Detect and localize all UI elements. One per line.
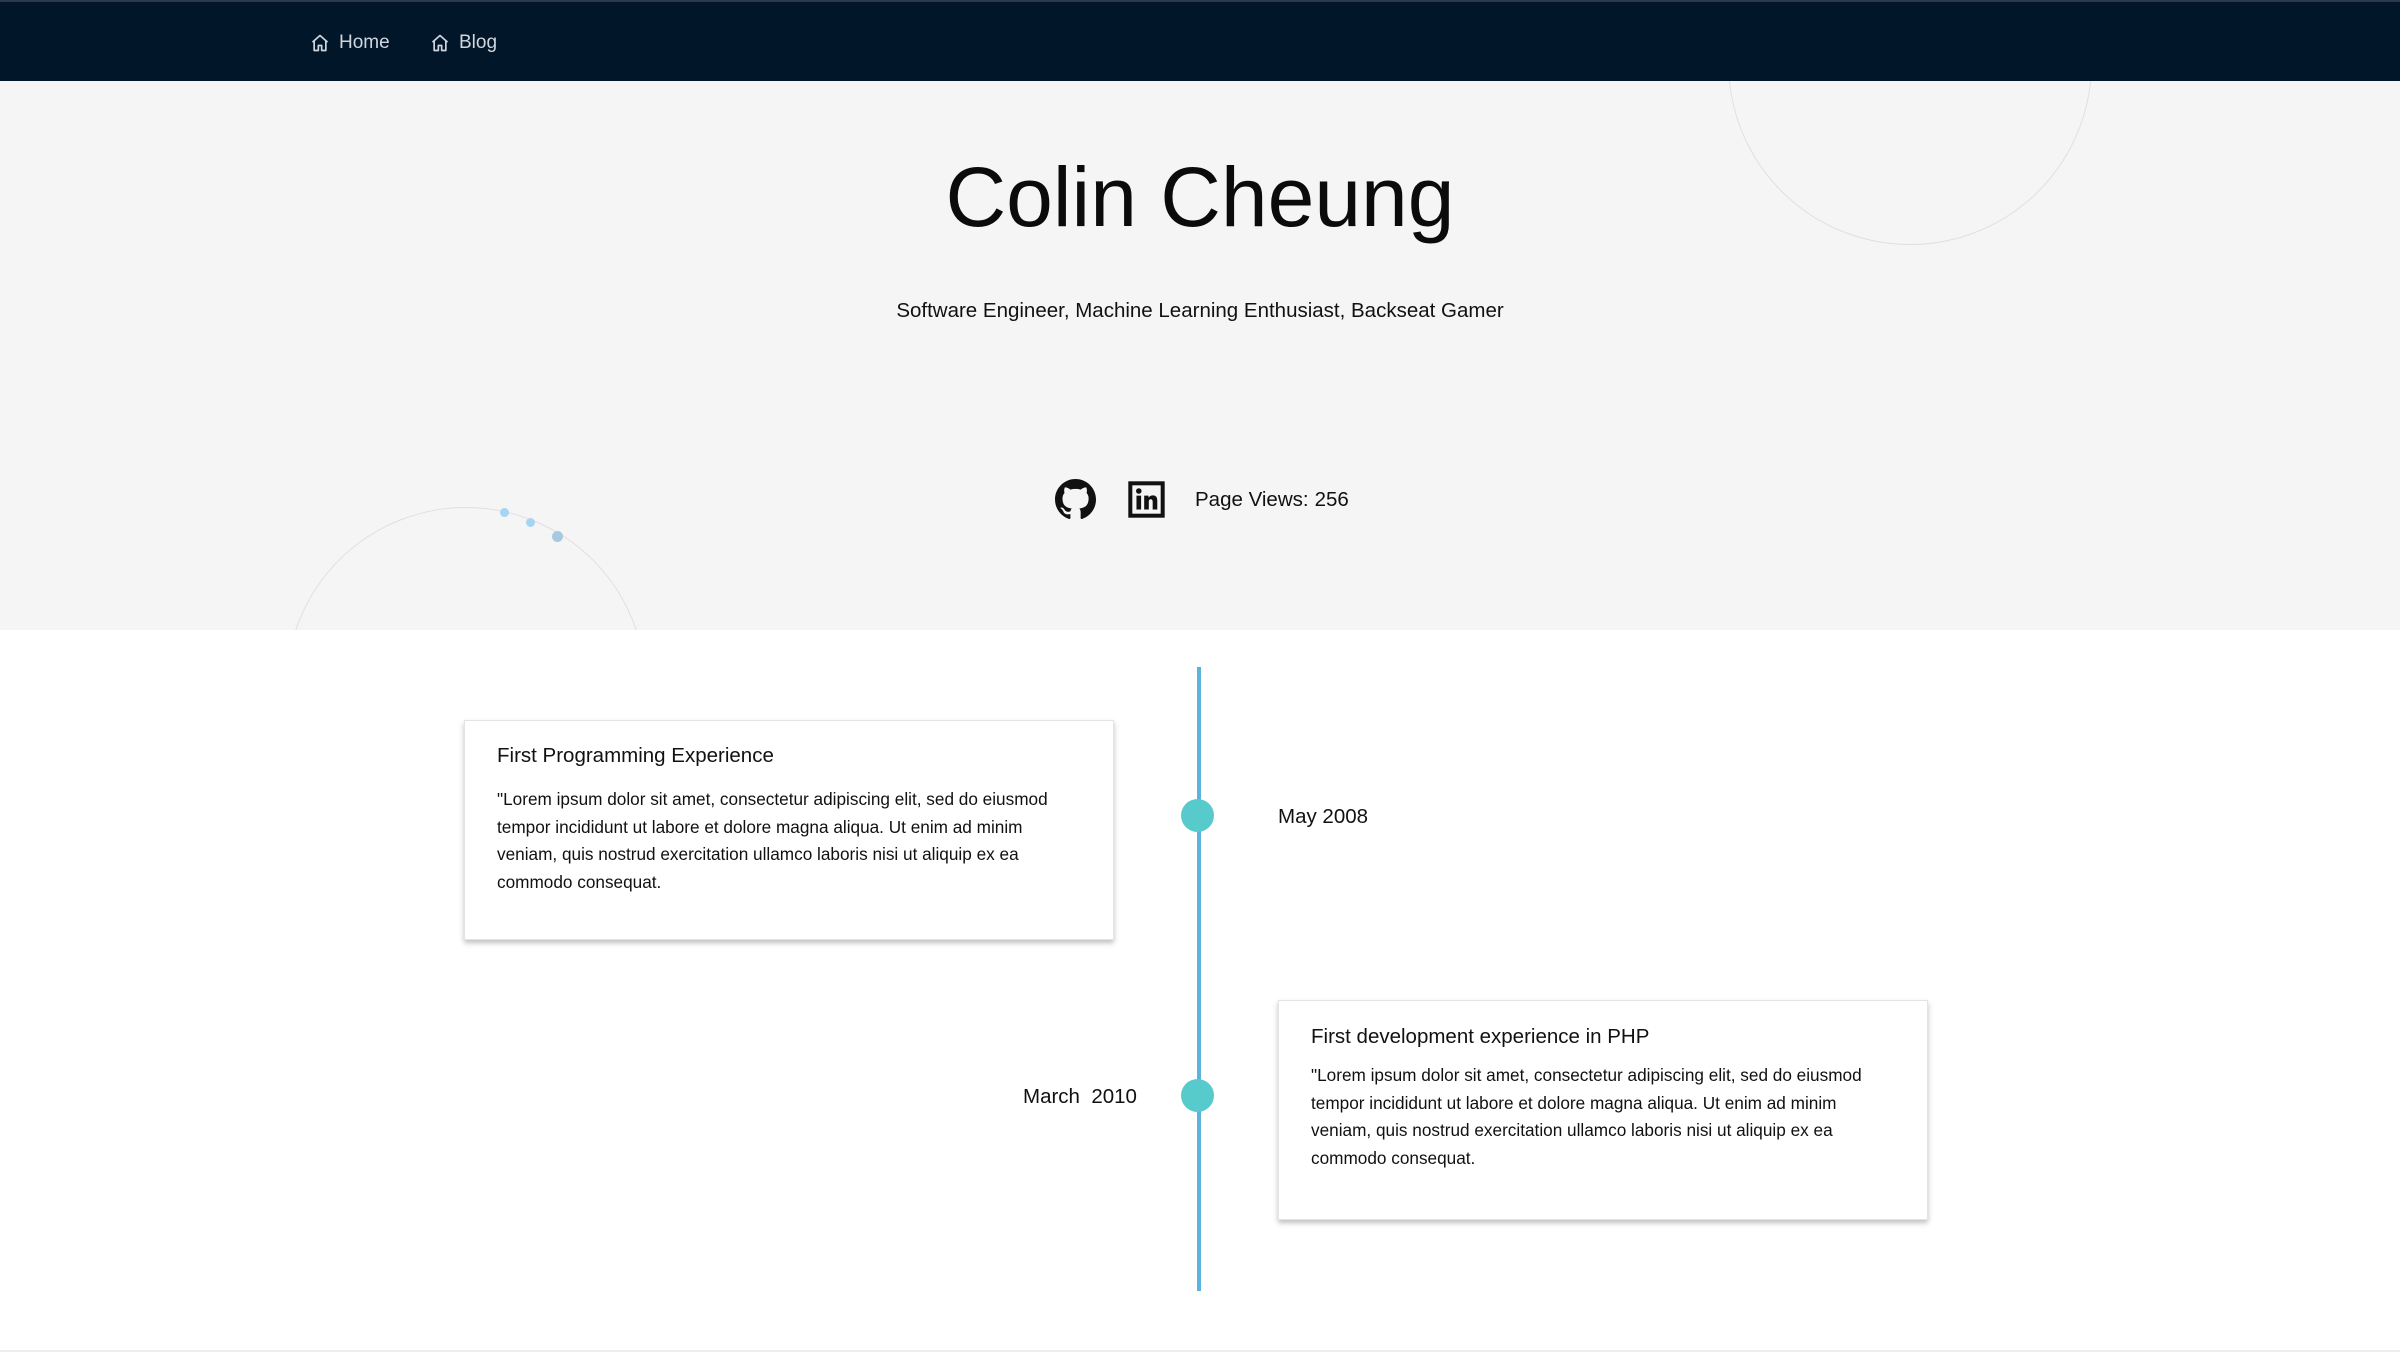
timeline-line bbox=[1197, 667, 1201, 1291]
nav-blog-label: Blog bbox=[459, 32, 498, 53]
page-views-value: 256 bbox=[1314, 488, 1349, 511]
timeline-card-text: "Lorem ipsum dolor sit amet, consectetur… bbox=[1311, 1065, 1862, 1168]
github-icon[interactable] bbox=[1055, 479, 1096, 520]
linkedin-icon[interactable] bbox=[1128, 481, 1165, 518]
timeline-dot bbox=[1181, 799, 1214, 832]
decorative-dot bbox=[526, 518, 535, 527]
decorative-dot bbox=[500, 508, 509, 517]
page-subtitle: Software Engineer, Machine Learning Enth… bbox=[896, 299, 1504, 322]
nav-home-label: Home bbox=[339, 32, 390, 53]
decorative-circle bbox=[286, 507, 646, 630]
page-views-label: Page Views: bbox=[1195, 488, 1309, 511]
timeline-card-title: First development experience in PHP bbox=[1311, 1025, 1650, 1048]
timeline-date: March 2010 bbox=[1023, 1085, 1137, 1108]
top-navbar: Home Blog bbox=[0, 0, 2400, 81]
timeline-card: First Programming Experience "Lorem ipsu… bbox=[464, 720, 1114, 940]
page-title: Colin Cheung bbox=[945, 150, 1455, 244]
hero-section: Colin Cheung Software Engineer, Machine … bbox=[0, 81, 2400, 630]
timeline-dot bbox=[1181, 1079, 1214, 1112]
home-icon bbox=[311, 34, 329, 52]
home-icon bbox=[431, 34, 449, 52]
timeline-card-text: "Lorem ipsum dolor sit amet, consectetur… bbox=[497, 789, 1048, 892]
timeline-card-title: First Programming Experience bbox=[497, 744, 774, 767]
timeline-date: May 2008 bbox=[1278, 805, 1369, 828]
nav-home-link[interactable]: Home bbox=[310, 30, 390, 56]
nav-blog-link[interactable]: Blog bbox=[430, 30, 497, 56]
page-views-counter: Page Views: 256 bbox=[1195, 488, 1349, 512]
decorative-dot bbox=[552, 531, 563, 542]
timeline-card: First development experience in PHP "Lor… bbox=[1278, 1000, 1928, 1220]
